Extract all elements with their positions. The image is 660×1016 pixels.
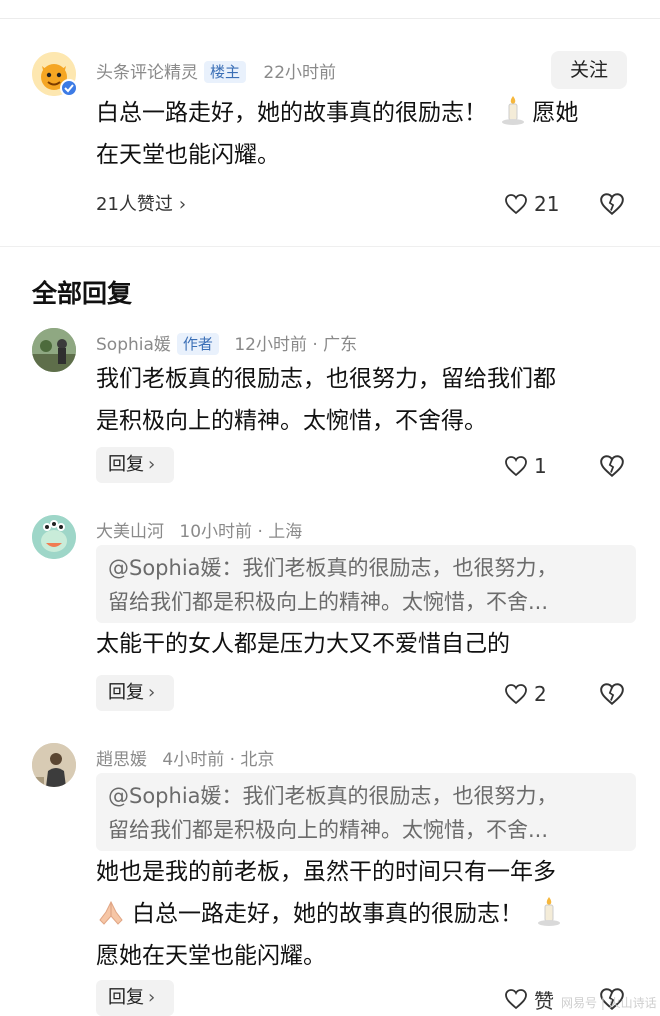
reply-button-label: 回复 — [108, 987, 144, 1008]
reply-text-line: 太能干的女人都是压力大又不爱惜自己的 — [96, 631, 510, 657]
reply-button-label: 回复 — [108, 682, 144, 703]
reply-text-line: 白总一路走好，她的故事真的很励志！ — [132, 901, 523, 927]
reply-meta: 10小时前 · 上海 — [179, 522, 303, 542]
like-button[interactable]: 21 — [504, 189, 559, 219]
likers-label: 21人赞过 — [96, 194, 173, 215]
heart-broken-icon[interactable] — [599, 681, 625, 707]
reply-text: 太能干的女人都是压力大又不爱惜自己的 — [96, 623, 636, 665]
avatar[interactable] — [32, 515, 76, 559]
reply-button-label: 回复 — [108, 454, 144, 475]
chevron-right-icon: › — [148, 454, 156, 475]
heart-icon — [505, 194, 527, 215]
like-count: 1 — [534, 454, 547, 478]
quote-line: @Sophia媛：我们老板真的很励志，也很努力， — [108, 556, 558, 580]
photo-avatar-icon — [32, 328, 76, 372]
reply-button[interactable]: 回复 › — [96, 980, 174, 1016]
watermark: 网易号 | 火山诗话 — [561, 996, 657, 1010]
reply-author-line: Sophia媛 作者 12小时前 · 广东 — [96, 330, 357, 355]
like-count: 21 — [534, 192, 560, 216]
author-badge: 作者 — [176, 333, 219, 355]
like-count: 2 — [534, 682, 547, 706]
quoted-reply[interactable]: @Sophia媛：我们老板真的很励志，也很努力， 留给我们都是积极向上的精神。太… — [96, 545, 636, 623]
avatar[interactable] — [32, 743, 76, 787]
comment-time: 22小时前 — [263, 63, 337, 83]
follow-button[interactable]: 关注 — [551, 51, 627, 89]
reply-text: 她也是我的前老板，虽然干的时间只有一年多 白总一路走好，她的故事真的很励志！ 愿… — [96, 851, 641, 977]
comment-text: 白总一路走好，她的故事真的很励志！ 愿她 在天堂也能闪耀。 — [96, 92, 636, 176]
comment-author: 头条评论精灵 楼主 22小时前 — [96, 58, 336, 83]
chevron-right-icon: › — [148, 682, 156, 703]
quoted-reply[interactable]: @Sophia媛：我们老板真的很励志，也很努力， 留给我们都是积极向上的精神。太… — [96, 773, 636, 851]
chevron-right-icon: › — [178, 194, 187, 215]
reply-text: 我们老板真的很励志，也很努力，留给我们都 是积极向上的精神。太惋惜，不舍得。 — [96, 358, 636, 442]
reply-text-line: 她也是我的前老板，虽然干的时间只有一年多 — [96, 859, 556, 885]
heart-icon — [505, 989, 527, 1010]
like-button[interactable]: 赞 — [504, 984, 554, 1014]
reply-text-line: 是积极向上的精神。太惋惜，不舍得。 — [96, 408, 487, 434]
section-title: 全部回复 — [32, 279, 133, 308]
author-name[interactable]: 趙思媛 — [96, 750, 147, 770]
author-name[interactable]: Sophia媛 — [96, 335, 171, 355]
monster-avatar-icon — [32, 515, 76, 559]
comment-text-line: 愿她 — [532, 100, 579, 126]
reply-meta: 12小时前 · 广东 — [234, 335, 358, 355]
quote-line: 留给我们都是积极向上的精神。太惋惜，不舍... — [108, 818, 549, 842]
like-count: 赞 — [534, 988, 554, 1013]
author-badge: 楼主 — [204, 61, 247, 83]
author-name[interactable]: 大美山河 — [96, 522, 164, 542]
candle-emoji — [502, 96, 525, 125]
heart-broken-icon[interactable] — [599, 453, 625, 479]
candle-emoji — [538, 897, 561, 926]
reply-text-line: 我们老板真的很励志，也很努力，留给我们都 — [96, 366, 556, 392]
reply-author-line: 趙思媛 4小时前 · 北京 — [96, 745, 274, 770]
top-divider — [0, 18, 660, 19]
comment-text-line: 白总一路走好，她的故事真的很励志！ — [96, 100, 487, 126]
reply-button[interactable]: 回复 › — [96, 447, 174, 483]
quote-line: 留给我们都是积极向上的精神。太惋惜，不舍... — [108, 590, 549, 614]
reply-author-line: 大美山河 10小时前 · 上海 — [96, 517, 302, 542]
photo-avatar-icon — [32, 743, 76, 787]
chevron-right-icon: › — [148, 987, 156, 1008]
heart-icon — [505, 684, 527, 705]
heart-icon — [505, 456, 527, 477]
pray-emoji — [99, 900, 123, 925]
author-name[interactable]: 头条评论精灵 — [96, 63, 198, 83]
section-divider — [0, 246, 660, 247]
comment-text-line: 在天堂也能闪耀。 — [96, 142, 280, 168]
avatar[interactable] — [32, 328, 76, 372]
quote-line: @Sophia媛：我们老板真的很励志，也很努力， — [108, 784, 558, 808]
reply-text-line: 愿她在天堂也能闪耀。 — [96, 943, 326, 969]
reply-button[interactable]: 回复 › — [96, 675, 174, 711]
verified-icon — [60, 79, 78, 97]
like-button[interactable]: 1 — [504, 451, 547, 481]
likers-link[interactable]: 21人赞过 › — [96, 190, 186, 216]
reply-meta: 4小时前 · 北京 — [162, 750, 275, 770]
heart-broken-icon[interactable] — [599, 191, 625, 217]
like-button[interactable]: 2 — [504, 679, 547, 709]
